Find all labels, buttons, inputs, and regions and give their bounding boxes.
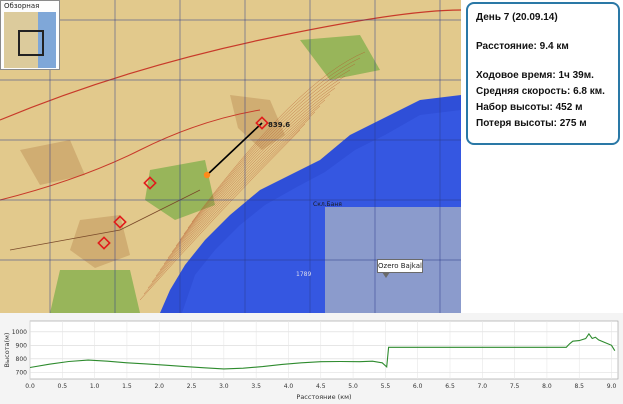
y-tick-label: 800 [16, 356, 28, 363]
x-tick-label: 1.5 [122, 383, 132, 390]
x-tick-label: 5.5 [381, 383, 391, 390]
track-info-panel: День 7 (20.09.14) Расстояние: 9.4 км Ход… [466, 2, 620, 145]
x-tick-label: 8.5 [574, 383, 584, 390]
x-tick-label: 0.5 [58, 383, 68, 390]
plot-area [29, 320, 619, 380]
y-tick-label: 1000 [12, 329, 27, 336]
overview-thumbnail[interactable] [4, 12, 56, 68]
map-view[interactable]: Обзорная карта 839.6 Cкл.Баня 1789 Ozero… [0, 0, 461, 313]
x-tick-label: 8.0 [542, 383, 552, 390]
x-tick-label: 6.5 [445, 383, 455, 390]
avg-speed-text: Средняя скорость: 6.8 км. [476, 86, 605, 97]
current-position-marker [203, 171, 211, 179]
x-tick-label: 2.5 [187, 383, 197, 390]
distance-text: Расстояние: 9.4 км [476, 41, 569, 52]
x-tick-label: 7.0 [478, 383, 488, 390]
y-tick-label: 900 [16, 342, 28, 349]
overview-map-panel[interactable]: Обзорная карта [0, 0, 60, 70]
lake-callout-tail [382, 272, 390, 278]
x-tick-label: 6.0 [413, 383, 423, 390]
depth-label: 1789 [296, 271, 312, 278]
moving-time-text: Ходовое время: 1ч 39м. [476, 70, 594, 81]
x-axis-label: Расстояние (км) [296, 393, 351, 401]
ascent-text: Набор высоты: 452 м [476, 102, 583, 113]
y-axis-label: Высота(м) [3, 333, 11, 368]
peak-label: 839.6 [268, 121, 291, 129]
descent-text: Потеря высоты: 275 м [476, 118, 587, 129]
day-title: День 7 (20.09.14) [476, 12, 558, 23]
x-tick-label: 2.0 [154, 383, 164, 390]
x-tick-label: 4.0 [284, 383, 294, 390]
x-tick-label: 4.5 [316, 383, 326, 390]
y-tick-label: 700 [16, 369, 28, 376]
x-tick-label: 9.0 [607, 383, 617, 390]
x-tick-label: 7.5 [510, 383, 520, 390]
relief-patch [50, 270, 140, 313]
elevation-chart[interactable]: 700 800 900 1000 0.0 0.5 1.0 1.5 2.0 2.5 3.0 3.5 4.0… [0, 313, 623, 404]
x-tick-label: 3.0 [219, 383, 229, 390]
coast-label: Cкл.Баня [313, 201, 342, 208]
lake-callout[interactable]: Ozero Bajkal [377, 259, 423, 273]
overview-viewport-rect[interactable] [18, 30, 44, 56]
elevation-profile[interactable]: 700 800 900 1000 0.0 0.5 1.0 1.5 2.0 2.5 3.0 3.5 4.0… [0, 313, 623, 404]
x-tick-label: 1.0 [90, 383, 100, 390]
x-tick-label: 0.0 [25, 383, 35, 390]
x-tick-label: 3.5 [251, 383, 261, 390]
x-tick-label: 5.0 [348, 383, 358, 390]
